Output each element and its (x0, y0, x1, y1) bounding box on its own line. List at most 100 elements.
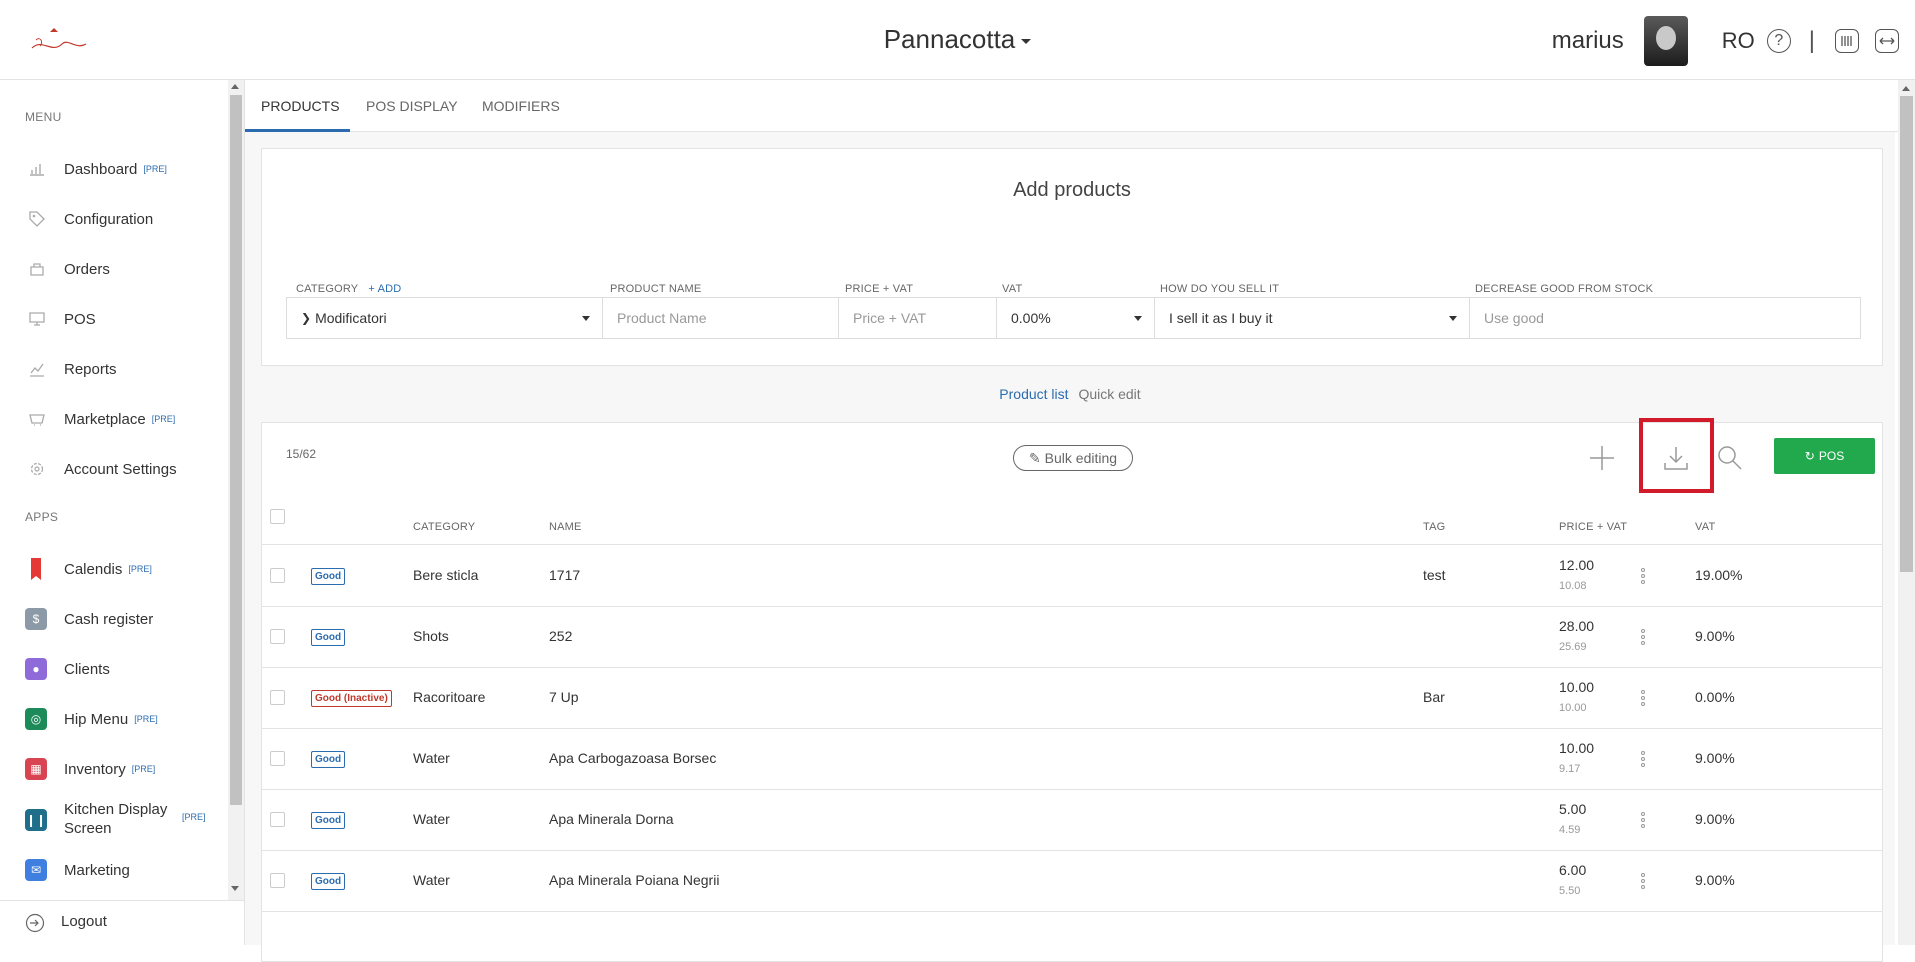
tag-cell: Bar (1423, 689, 1445, 705)
name-cell[interactable]: Apa Minerala Dorna (549, 811, 674, 827)
select-all-checkbox[interactable] (270, 509, 285, 524)
row-menu-icon[interactable] (1641, 568, 1645, 584)
product-list-link[interactable]: Product list (999, 386, 1068, 402)
scroll-down-icon[interactable] (231, 886, 239, 891)
avatar[interactable] (1643, 16, 1688, 66)
sidebar-item-clients[interactable]: ● Clients (0, 651, 225, 687)
row-menu-icon[interactable] (1641, 812, 1645, 828)
sidebar-item-kitchen-display[interactable]: ❙❙ Kitchen Display Screen [PRE] (0, 792, 225, 848)
scroll-up-icon[interactable] (1902, 86, 1910, 91)
pre-badge: [PRE] (182, 812, 206, 822)
row-menu-icon[interactable] (1641, 629, 1645, 645)
sidebar-item-reports[interactable]: Reports (0, 351, 225, 387)
add-product-button[interactable] (1587, 443, 1617, 473)
table-row[interactable]: Good Water Apa Minerala Dorna 5.00 4.59 9.00% (262, 790, 1882, 851)
row-checkbox[interactable] (270, 812, 285, 827)
status-badge: Good (311, 568, 346, 585)
name-cell[interactable]: 1717 (549, 567, 580, 583)
bulk-editing-label: Bulk editing (1044, 450, 1118, 466)
active-tab-indicator (245, 129, 350, 132)
sidebar-item-inventory[interactable]: ▦ Inventory [PRE] (0, 751, 225, 787)
monitor-icon (27, 309, 47, 329)
price-cell: 12.00 (1559, 557, 1595, 573)
how-sell-select[interactable]: I sell it as I buy it (1155, 298, 1470, 338)
sidebar-item-label: Kitchen Display Screen (64, 801, 168, 837)
price-column-header[interactable]: PRICE + VAT (1559, 521, 1627, 533)
row-menu-icon[interactable] (1641, 873, 1645, 889)
table-row[interactable]: Good Shots 252 28.00 25.69 9.00% (262, 607, 1882, 668)
row-checkbox[interactable] (270, 629, 285, 644)
sidebar-item-marketing[interactable]: ✉ Marketing (0, 852, 225, 888)
main-scrollbar-thumb[interactable] (1900, 96, 1913, 572)
caret-down-icon (1449, 316, 1457, 321)
row-checkbox[interactable] (270, 751, 285, 766)
sync-pos-label: POS (1818, 449, 1845, 463)
sidebar-item-calendis[interactable]: Calendis [PRE] (0, 551, 225, 587)
net-price-cell: 5.50 (1559, 885, 1581, 897)
name-column-header[interactable]: NAME (549, 521, 582, 533)
sidebar-item-configuration[interactable]: Configuration (0, 201, 225, 237)
product-name-input[interactable]: Product Name (603, 298, 839, 338)
sidebar-item-orders[interactable]: Orders (0, 251, 225, 287)
barcode-icon[interactable] (1835, 29, 1859, 53)
vat-column-header[interactable]: VAT (1695, 521, 1715, 533)
help-icon[interactable]: ? (1766, 29, 1791, 53)
table-row[interactable]: Good (Inactive) Racoritoare 7 Up Bar 10.00 10… (262, 668, 1882, 729)
name-cell[interactable]: 252 (549, 628, 572, 644)
sidebar-item-label: Calendis (64, 560, 123, 578)
quick-edit-link[interactable]: Quick edit (1078, 386, 1140, 402)
sidebar-item-dashboard[interactable]: Dashboard [PRE] (0, 151, 225, 187)
sidebar-item-pos[interactable]: POS (0, 301, 225, 337)
row-menu-icon[interactable] (1641, 751, 1645, 767)
pre-badge: [PRE] (128, 563, 152, 574)
sidebar-item-marketplace[interactable]: Marketplace [PRE] (0, 401, 225, 437)
sidebar-item-label: Marketplace (64, 410, 146, 428)
sidebar-item-cash-register[interactable]: $ Cash register (0, 601, 225, 637)
logout-button[interactable]: Logout (0, 900, 245, 945)
tab-modifiers[interactable]: MODIFIERS (482, 98, 560, 114)
gear-icon (27, 459, 47, 479)
price-vat-input[interactable]: Price + VAT (839, 298, 997, 338)
main-content: PRODUCTS POS DISPLAY MODIFIERS Add produ… (245, 80, 1898, 962)
name-cell[interactable]: Apa Minerala Poiana Negrii (549, 872, 719, 888)
vat-select[interactable]: 0.00% (997, 298, 1155, 338)
decrease-stock-input[interactable]: Use good (1470, 298, 1860, 338)
sync-pos-button[interactable]: ↻ POS (1774, 438, 1875, 474)
sidebar-item-hip-menu[interactable]: ◎ Hip Menu [PRE] (0, 701, 225, 737)
sidebar-scrollbar-thumb[interactable] (230, 95, 242, 805)
table-row[interactable]: Good Water Apa Minerala Poiana Negrii 6.00 5… (262, 851, 1882, 912)
row-checkbox[interactable] (270, 690, 285, 705)
tab-products[interactable]: PRODUCTS (261, 98, 340, 114)
add-category-link[interactable]: + ADD (368, 283, 401, 295)
name-cell[interactable]: 7 Up (549, 689, 579, 705)
row-menu-icon[interactable] (1641, 690, 1645, 706)
how-sell-value: I sell it as I buy it (1169, 310, 1273, 326)
search-button[interactable] (1715, 443, 1745, 473)
category-column-header[interactable]: CATEGORY (413, 521, 475, 533)
table-row[interactable]: Good Water Apa Carbogazoasa Borsec 10.00 9.1… (262, 729, 1882, 790)
chart-icon (27, 159, 47, 179)
bulk-editing-button[interactable]: ✎ Bulk editing (1013, 445, 1133, 471)
name-cell[interactable]: Apa Carbogazoasa Borsec (549, 750, 716, 766)
sidebar-item-label: Configuration (64, 210, 154, 228)
status-badge: Good (Inactive) (311, 690, 392, 707)
tab-pos-display[interactable]: POS DISPLAY (366, 98, 458, 114)
inventory-icon: ▦ (25, 758, 47, 780)
row-checkbox[interactable] (270, 873, 285, 888)
category-select[interactable]: ❯ Modificatori (287, 298, 603, 338)
user-name[interactable]: marius (1552, 27, 1624, 55)
language-selector[interactable]: RO (1722, 28, 1755, 54)
reports-icon (27, 359, 47, 379)
sidebar-item-label: POS (64, 310, 96, 328)
sidebar-item-account-settings[interactable]: Account Settings (0, 451, 225, 487)
scroll-up-icon[interactable] (231, 84, 239, 89)
expand-icon[interactable] (1875, 29, 1899, 53)
table-header: CATEGORY NAME TAG PRICE + VAT VAT (262, 509, 1882, 545)
net-price-cell: 10.08 (1559, 580, 1587, 592)
row-checkbox[interactable] (270, 568, 285, 583)
sidebar-item-label: Hip Menu (64, 710, 129, 728)
vat-value: 0.00% (1011, 310, 1051, 326)
table-row[interactable]: Good Bere sticla 1717 test 12.00 10.08 19.00% (262, 546, 1882, 607)
tag-column-header[interactable]: TAG (1423, 521, 1445, 533)
search-icon (1718, 446, 1742, 470)
